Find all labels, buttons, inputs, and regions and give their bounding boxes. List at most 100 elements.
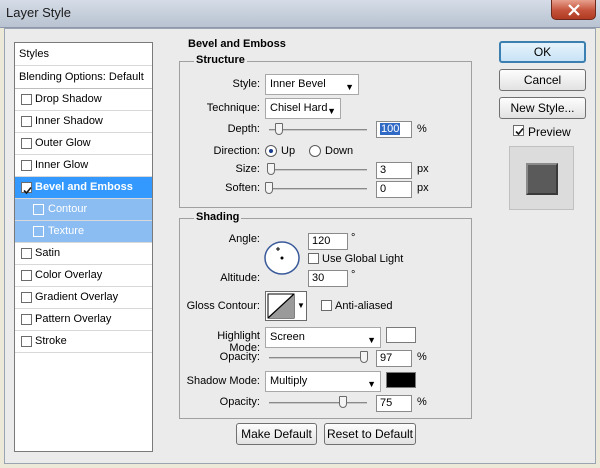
styles-list: Styles Blending Options: Default Drop Sh… bbox=[14, 42, 153, 452]
size-slider[interactable] bbox=[269, 169, 367, 171]
style-item-checkbox[interactable] bbox=[21, 270, 32, 281]
reset-to-default-button[interactable]: Reset to Default bbox=[324, 423, 416, 445]
new-style-button[interactable]: New Style... bbox=[499, 97, 586, 119]
style-item-checkbox[interactable] bbox=[33, 226, 44, 237]
direction-down-radio[interactable] bbox=[309, 145, 321, 157]
direction-up-label: Up bbox=[281, 145, 296, 157]
style-item[interactable]: Texture bbox=[15, 221, 152, 243]
style-item-checkbox[interactable] bbox=[21, 314, 32, 325]
direction-up-radio[interactable] bbox=[265, 145, 277, 157]
style-item[interactable]: Outer Glow bbox=[15, 133, 152, 155]
soften-slider[interactable] bbox=[269, 188, 367, 190]
depth-input[interactable]: 100 bbox=[376, 121, 412, 138]
style-item-checkbox[interactable] bbox=[21, 116, 32, 127]
angle-dial[interactable] bbox=[263, 240, 303, 276]
style-item-checkbox[interactable] bbox=[21, 292, 32, 303]
shadow-mode-select[interactable]: Multiply ▼ bbox=[265, 371, 381, 392]
style-item-checkbox[interactable] bbox=[21, 248, 32, 259]
style-item-label: Color Overlay bbox=[35, 269, 103, 281]
close-button[interactable] bbox=[551, 0, 596, 20]
chevron-down-icon: ▼ bbox=[345, 82, 354, 92]
direction-label: Direction: bbox=[213, 145, 260, 157]
style-item-label: Pattern Overlay bbox=[35, 313, 112, 325]
angle-input[interactable]: 120 bbox=[308, 233, 348, 250]
styles-header[interactable]: Styles bbox=[15, 43, 152, 66]
gloss-contour-label: Gloss Contour: bbox=[186, 300, 260, 312]
style-item[interactable]: Color Overlay bbox=[15, 265, 152, 287]
highlight-mode-select[interactable]: Screen ▼ bbox=[265, 327, 381, 348]
style-value: Inner Bevel bbox=[270, 78, 326, 90]
size-slider-thumb[interactable] bbox=[267, 163, 275, 175]
style-item-checkbox[interactable] bbox=[21, 94, 32, 105]
style-item[interactable]: Inner Shadow bbox=[15, 111, 152, 133]
preview-thumbnail bbox=[509, 146, 574, 210]
shadow-opacity-unit: % bbox=[417, 396, 427, 408]
shadow-mode-value: Multiply bbox=[270, 375, 308, 387]
chevron-down-icon: ▼ bbox=[327, 106, 336, 116]
highlight-opacity-input[interactable]: 97 bbox=[376, 350, 412, 367]
preview-swatch bbox=[526, 163, 558, 195]
highlight-mode-value: Screen bbox=[270, 331, 305, 343]
style-item[interactable]: Satin bbox=[15, 243, 152, 265]
highlight-opacity-unit: % bbox=[417, 351, 427, 363]
highlight-color-swatch[interactable] bbox=[386, 327, 416, 343]
preview-checkbox[interactable] bbox=[513, 125, 524, 136]
altitude-input[interactable]: 30 bbox=[308, 270, 348, 287]
shadow-opacity-input[interactable]: 75 bbox=[376, 395, 412, 412]
cancel-button[interactable]: Cancel bbox=[499, 69, 586, 91]
style-item-label: Texture bbox=[48, 225, 85, 237]
depth-slider-thumb[interactable] bbox=[275, 123, 283, 135]
style-item[interactable]: Drop Shadow bbox=[15, 89, 152, 111]
style-item-label: Contour bbox=[48, 203, 88, 215]
soften-label: Soften: bbox=[225, 182, 260, 194]
contour-preview-icon bbox=[267, 293, 295, 319]
title-bar[interactable]: Layer Style bbox=[0, 0, 600, 28]
style-item[interactable]: Pattern Overlay bbox=[15, 309, 152, 331]
soften-unit: px bbox=[417, 182, 429, 194]
soften-slider-thumb[interactable] bbox=[265, 182, 273, 194]
blending-options-item[interactable]: Blending Options: Default bbox=[15, 66, 152, 89]
shadow-opacity-slider[interactable] bbox=[269, 402, 367, 404]
style-item-checkbox[interactable] bbox=[33, 204, 44, 215]
structure-title: Structure bbox=[194, 54, 247, 66]
ok-button[interactable]: OK bbox=[499, 41, 586, 63]
shadow-color-swatch[interactable] bbox=[386, 372, 416, 388]
soften-input[interactable]: 0 bbox=[376, 181, 412, 198]
style-select[interactable]: Inner Bevel ▼ bbox=[265, 74, 359, 95]
style-item-label: Satin bbox=[35, 247, 61, 259]
size-label: Size: bbox=[235, 163, 260, 175]
technique-select[interactable]: Chisel Hard ▼ bbox=[265, 98, 341, 119]
style-item[interactable]: Inner Glow bbox=[15, 155, 152, 177]
style-item-checkbox[interactable] bbox=[21, 182, 32, 195]
size-unit: px bbox=[417, 163, 429, 175]
direction-down-label: Down bbox=[325, 145, 354, 157]
shadow-mode-label: Shadow Mode: bbox=[186, 375, 260, 387]
anti-aliased-label: Anti-aliased bbox=[335, 300, 393, 312]
style-item-checkbox[interactable] bbox=[21, 138, 32, 149]
gloss-contour-picker[interactable]: ▼ bbox=[265, 291, 307, 321]
style-item[interactable]: Gradient Overlay bbox=[15, 287, 152, 309]
technique-label: Technique: bbox=[206, 102, 260, 114]
style-item-checkbox[interactable] bbox=[21, 336, 32, 347]
depth-slider[interactable] bbox=[269, 129, 367, 131]
highlight-opacity-slider[interactable] bbox=[269, 357, 367, 359]
style-item[interactable]: Contour bbox=[15, 199, 152, 221]
style-item-label: Inner Glow bbox=[35, 159, 89, 171]
shading-title: Shading bbox=[194, 211, 242, 223]
style-item[interactable]: Stroke bbox=[15, 331, 152, 353]
highlight-opacity-slider-thumb[interactable] bbox=[360, 351, 368, 363]
shadow-opacity-label: Opacity: bbox=[219, 396, 260, 408]
technique-value: Chisel Hard bbox=[270, 102, 328, 114]
style-item-label: Outer Glow bbox=[35, 137, 91, 149]
style-item-checkbox[interactable] bbox=[21, 160, 32, 171]
shadow-opacity-slider-thumb[interactable] bbox=[339, 396, 347, 408]
depth-value: 100 bbox=[380, 123, 401, 135]
size-input[interactable]: 3 bbox=[376, 162, 412, 179]
make-default-button[interactable]: Make Default bbox=[236, 423, 317, 445]
global-light-label: Use Global Light bbox=[322, 253, 404, 265]
altitude-unit: ° bbox=[351, 269, 356, 281]
preview-label: Preview bbox=[528, 125, 571, 139]
global-light-checkbox[interactable] bbox=[308, 253, 319, 264]
anti-aliased-checkbox[interactable] bbox=[321, 300, 332, 311]
style-item[interactable]: Bevel and Emboss bbox=[15, 177, 152, 199]
